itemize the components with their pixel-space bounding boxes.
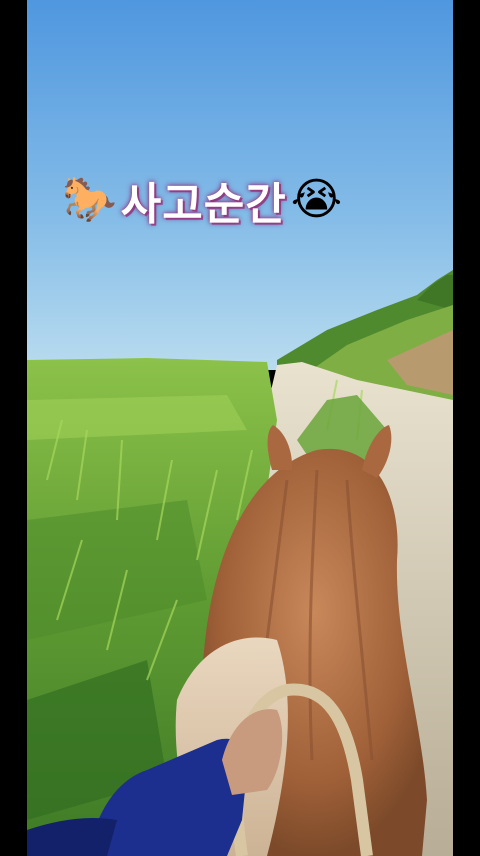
- video-frame: [27, 0, 453, 856]
- screen: 🐎 사고순간 😭: [0, 0, 480, 856]
- scene-photo: [27, 0, 453, 856]
- crying-face-emoji-icon: 😭: [290, 174, 343, 225]
- caption-text: 사고순간: [120, 179, 287, 230]
- horse-emoji-icon: 🐎: [62, 174, 117, 225]
- caption-overlay: 🐎 사고순간 😭: [62, 160, 402, 240]
